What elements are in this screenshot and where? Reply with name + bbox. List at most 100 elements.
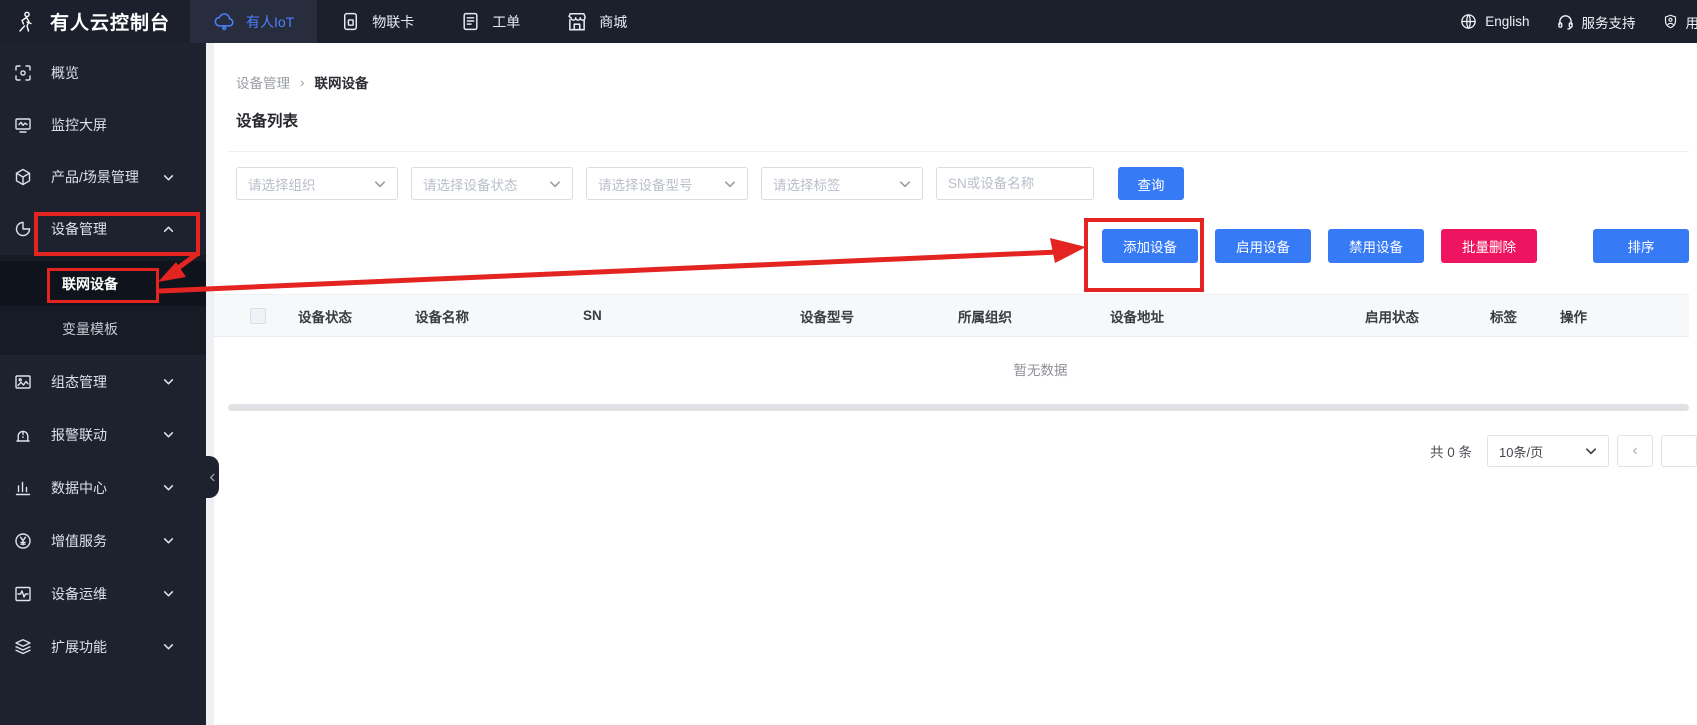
chevron-up-icon: [159, 224, 178, 235]
column-header: 操作: [1560, 309, 1587, 325]
batch-delete-button[interactable]: 批量删除: [1441, 229, 1537, 263]
user-label: 用: [1685, 15, 1697, 31]
sidebar-item-value-added-services[interactable]: 增值服务: [0, 514, 206, 567]
sidebar-item-alarm-linkage[interactable]: 报警联动: [0, 408, 206, 461]
add-device-button[interactable]: 添加设备: [1102, 229, 1198, 263]
chevron-down-icon: [374, 178, 386, 190]
sidebar-label: 概览: [51, 65, 79, 81]
sidebar-item-monitor-screen[interactable]: 监控大屏: [0, 99, 206, 151]
device-status-select[interactable]: 请选择设备状态: [411, 167, 573, 200]
chevron-down-icon: [724, 178, 736, 190]
sidebar-subitem-networked-devices[interactable]: 联网设备: [0, 261, 206, 306]
chevron-down-icon: [159, 376, 178, 387]
tag-select[interactable]: 请选择标签: [761, 167, 923, 200]
sidebar-item-device-management[interactable]: 设备管理: [0, 203, 206, 255]
sidebar-subitem-variable-template[interactable]: 变量模板: [0, 306, 206, 351]
chevron-down-icon: [899, 178, 911, 190]
select-all-checkbox[interactable]: [250, 307, 266, 324]
chevron-down-icon: [159, 588, 178, 599]
tab-label: 物联卡: [372, 13, 415, 30]
pagination: 共 0 条 10条/页 ‹: [214, 435, 1697, 467]
top-right-menu: English 服务支持 用: [1433, 12, 1697, 32]
breadcrumb-separator: ›: [300, 74, 305, 90]
service-support-label: 服务支持: [1581, 15, 1636, 31]
sidebar-item-device-ops[interactable]: 设备运维: [0, 567, 206, 620]
cloud-icon: [213, 11, 235, 33]
chevron-down-icon: [159, 429, 178, 440]
search-input[interactable]: [936, 167, 1094, 200]
tab-iot-card[interactable]: 物联卡: [317, 0, 437, 43]
device-model-select[interactable]: 请选择设备型号: [586, 167, 748, 200]
page-title: 设备列表: [236, 113, 299, 130]
sidebar-item-overview[interactable]: 概览: [0, 47, 206, 99]
org-select-placeholder: 请选择组织: [248, 177, 316, 193]
monitor-screen-icon: [13, 116, 32, 134]
sidebar-label: 数据中心: [51, 479, 107, 496]
sidebar-label: 增值服务: [51, 532, 107, 549]
sidebar-label: 组态管理: [51, 373, 107, 390]
page-size-select[interactable]: 10条/页: [1487, 435, 1609, 467]
shop-icon: [566, 11, 588, 33]
page-button-partial[interactable]: [1661, 435, 1697, 467]
yuan-circle-icon: [13, 532, 32, 550]
sidebar-label: 设备管理: [51, 221, 107, 237]
sidebar-item-data-center[interactable]: 数据中心: [0, 461, 206, 514]
main-content: 设备管理 › 联网设备 设备列表 请选择组织 请选择设备状态 请选择设备型号 请…: [214, 43, 1697, 725]
column-header: 设备状态: [298, 309, 352, 325]
breadcrumb: 设备管理 › 联网设备: [214, 43, 1697, 92]
breadcrumb-parent[interactable]: 设备管理: [236, 72, 290, 92]
sidebar-item-scada-management[interactable]: 组态管理: [0, 355, 206, 408]
column-header: 设备型号: [800, 309, 854, 325]
filter-bar: 请选择组织 请选择设备状态 请选择设备型号 请选择标签 查询: [236, 167, 1697, 200]
select-all-cell: [214, 307, 298, 324]
tab-work-order[interactable]: 工单: [437, 0, 543, 43]
column-header: SN: [583, 308, 602, 323]
query-button[interactable]: 查询: [1118, 167, 1184, 200]
tab-usr-iot[interactable]: 有人IoT: [190, 0, 318, 43]
chevron-down-icon: [1585, 445, 1597, 457]
language-switch[interactable]: English: [1460, 13, 1530, 30]
disable-device-button[interactable]: 禁用设备: [1328, 229, 1424, 263]
sort-button[interactable]: 排序: [1593, 229, 1689, 263]
sidebar-item-product-management[interactable]: 产品/场景管理: [0, 151, 206, 203]
breadcrumb-current: 联网设备: [314, 76, 369, 91]
chevron-down-icon: [159, 641, 178, 652]
user-center[interactable]: 用: [1663, 12, 1697, 32]
app-title: 有人云控制台: [50, 13, 171, 34]
top-bar: 有人云控制台 有人IoT 物联卡 工单 商城 English 服务支持 用: [0, 0, 1697, 43]
service-support[interactable]: 服务支持: [1557, 12, 1636, 32]
device-status-placeholder: 请选择设备状态: [423, 177, 518, 193]
sidebar-label: 监控大屏: [51, 117, 107, 133]
headset-icon: [1557, 13, 1574, 30]
sidebar: 概览 监控大屏 产品/场景管理 设备管理 联网设备 变量模板 组态管理 报警联动…: [0, 43, 206, 725]
title-divider: [228, 151, 1689, 152]
table-empty-state: 暂无数据: [1013, 363, 1068, 378]
device-model-placeholder: 请选择设备型号: [598, 177, 693, 193]
work-order-icon: [460, 11, 481, 32]
action-bar: 添加设备 启用设备 禁用设备 批量删除 排序: [214, 229, 1689, 263]
prev-page-button[interactable]: ‹: [1617, 435, 1653, 467]
chevron-down-icon: [159, 482, 178, 493]
sidebar-label: 扩展功能: [51, 638, 107, 655]
column-header: 所属组织: [958, 309, 1012, 325]
layers-icon: [13, 638, 32, 656]
table-header-row: 设备状态 设备名称 SN 设备型号 所属组织 设备地址 启用状态 标签 操作: [214, 294, 1689, 337]
chevron-left-icon: [208, 473, 217, 482]
column-header: 启用状态: [1365, 309, 1419, 325]
sidebar-label: 产品/场景管理: [51, 169, 139, 185]
org-select[interactable]: 请选择组织: [236, 167, 398, 200]
column-header: 设备名称: [415, 309, 469, 325]
globe-icon: [1460, 13, 1477, 30]
sidebar-collapse-handle[interactable]: [206, 456, 219, 498]
product-cube-icon: [13, 168, 32, 186]
device-pie-icon: [13, 220, 32, 238]
sidebar-item-extensions[interactable]: 扩展功能: [0, 620, 206, 673]
usr-person-logo-icon: [14, 10, 38, 34]
enable-device-button[interactable]: 启用设备: [1215, 229, 1311, 263]
top-nav: 有人IoT 物联卡 工单 商城: [190, 0, 650, 43]
horizontal-scrollbar[interactable]: [228, 404, 1689, 411]
sidebar-label: 设备运维: [51, 585, 107, 602]
chevron-down-icon: [549, 178, 561, 190]
tab-shop[interactable]: 商城: [543, 0, 650, 43]
sidebar-sublabel: 变量模板: [62, 320, 118, 337]
